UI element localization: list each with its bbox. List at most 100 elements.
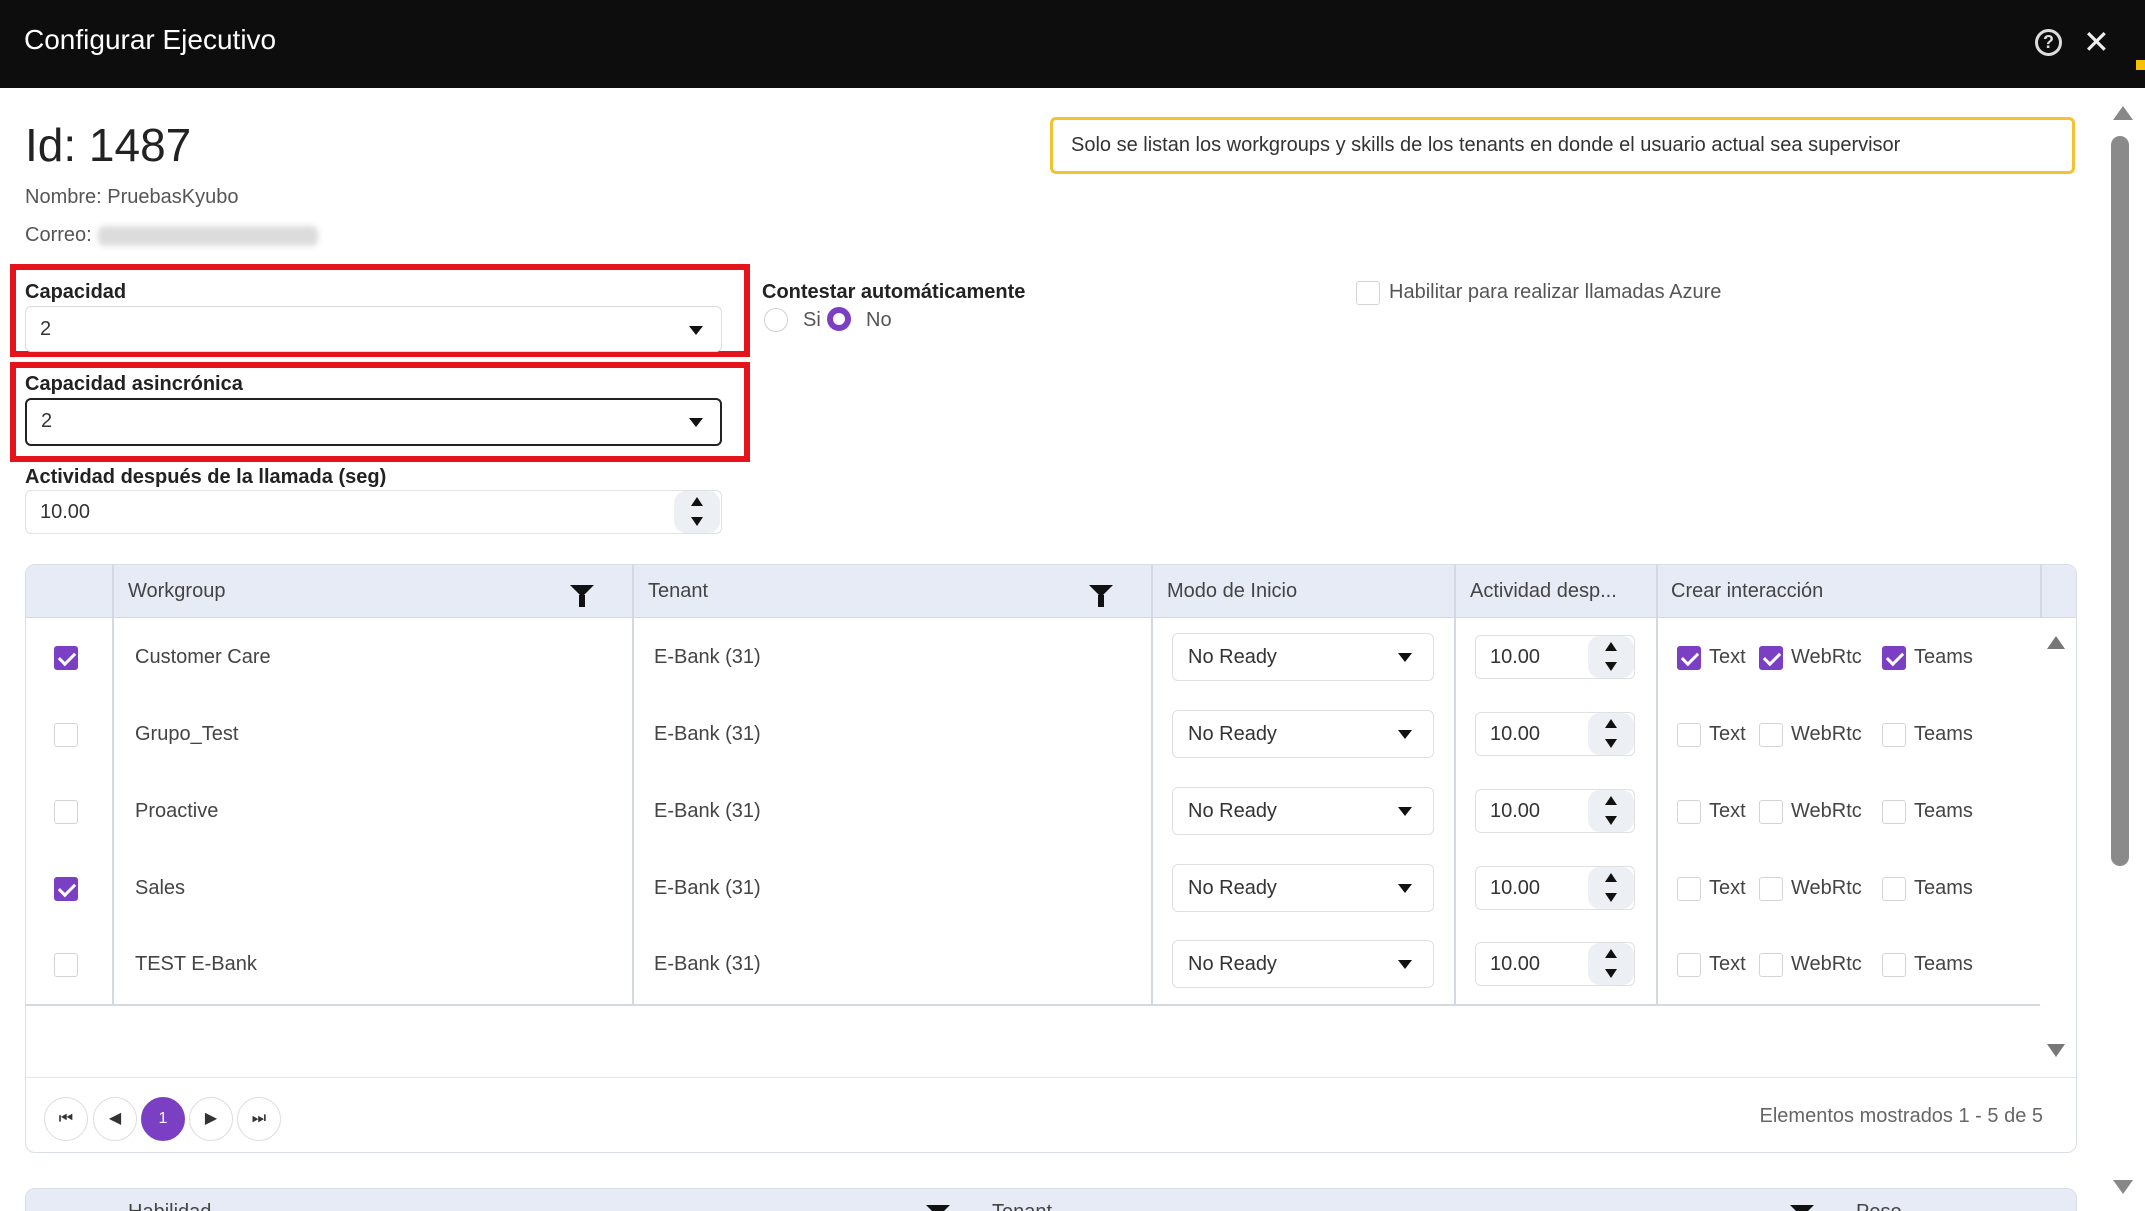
filter-icon[interactable]: [1089, 585, 1113, 607]
grid-pager: ⏮ ◀ 1 ▶ ⏭ Elementos mostrados 1 - 5 de 5: [26, 1077, 2076, 1152]
increment-icon[interactable]: [1605, 949, 1617, 958]
scroll-down-icon[interactable]: [2113, 1180, 2133, 1194]
modo-inicio-select[interactable]: No Ready: [1172, 633, 1434, 681]
row-select-checkbox[interactable]: [54, 800, 78, 824]
dialog-scrollbar[interactable]: [2103, 88, 2145, 1211]
column-header-crear-interaccion[interactable]: Crear interacción: [1671, 565, 1823, 618]
column-header-workgroup[interactable]: Workgroup: [128, 565, 225, 618]
text-channel-checkbox[interactable]: [1677, 723, 1701, 747]
close-icon[interactable]: ✕: [2083, 24, 2110, 60]
row-select-checkbox[interactable]: [54, 646, 78, 670]
contestar-radio-no[interactable]: [827, 307, 851, 331]
actividad-row-input[interactable]: 10.00: [1475, 712, 1635, 756]
filter-icon[interactable]: [926, 1205, 950, 1211]
decrement-icon[interactable]: [1605, 662, 1617, 671]
decrement-icon[interactable]: [691, 517, 703, 526]
grid-scroll-down-icon[interactable]: [2047, 1044, 2065, 1057]
teams-channel-checkbox[interactable]: [1882, 646, 1906, 670]
decrement-icon[interactable]: [1605, 739, 1617, 748]
email-value-redacted: [97, 225, 318, 246]
increment-icon[interactable]: [691, 497, 703, 506]
column-header-tenant-2[interactable]: Tenant: [992, 1201, 1052, 1211]
next-page-icon[interactable]: ▶: [189, 1097, 233, 1141]
capacidad-select[interactable]: 2: [25, 306, 722, 352]
modo-inicio-select[interactable]: No Ready: [1172, 940, 1434, 988]
contestar-no-label: No: [866, 309, 892, 331]
actividad-spinner[interactable]: [674, 491, 720, 533]
webrtc-channel-checkbox[interactable]: [1759, 877, 1783, 901]
scroll-up-icon[interactable]: [2113, 106, 2133, 120]
chevron-down-icon: [1398, 730, 1412, 739]
decrement-icon[interactable]: [1605, 969, 1617, 978]
decrement-icon[interactable]: [1605, 893, 1617, 902]
first-page-icon[interactable]: ⏮: [44, 1097, 88, 1141]
increment-icon[interactable]: [1605, 873, 1617, 882]
workgroup-name: Sales: [135, 877, 186, 899]
webrtc-channel-checkbox[interactable]: [1759, 646, 1783, 670]
text-channel-checkbox[interactable]: [1677, 877, 1701, 901]
actividad-row-input[interactable]: 10.00: [1475, 942, 1635, 986]
teams-channel-checkbox[interactable]: [1882, 953, 1906, 977]
text-channel-label: Text: [1709, 953, 1746, 975]
capacidad-async-label: Capacidad asincrónica: [25, 373, 243, 395]
filter-icon[interactable]: [570, 585, 594, 607]
actividad-row-input[interactable]: 10.00: [1475, 789, 1635, 833]
actividad-row-input[interactable]: 10.00: [1475, 635, 1635, 679]
teams-channel-checkbox[interactable]: [1882, 877, 1906, 901]
modo-inicio-value: No Ready: [1188, 800, 1277, 822]
actividad-row-spinner[interactable]: [1588, 713, 1634, 755]
webrtc-channel-checkbox[interactable]: [1759, 800, 1783, 824]
increment-icon[interactable]: [1605, 642, 1617, 651]
actividad-row-input[interactable]: 10.00: [1475, 866, 1635, 910]
modo-inicio-select[interactable]: No Ready: [1172, 787, 1434, 835]
text-channel-checkbox[interactable]: [1677, 646, 1701, 670]
column-header-habilidad[interactable]: Habilidad: [128, 1201, 211, 1211]
webrtc-channel-checkbox[interactable]: [1759, 723, 1783, 747]
contestar-label: Contestar automáticamente: [762, 281, 1026, 303]
text-channel-label: Text: [1709, 646, 1746, 668]
teams-channel-checkbox[interactable]: [1882, 800, 1906, 824]
actividad-input[interactable]: 10.00: [25, 490, 722, 534]
column-header-peso[interactable]: Peso: [1856, 1201, 1902, 1211]
executive-id: Id: 1487: [25, 119, 192, 171]
column-header-modo[interactable]: Modo de Inicio: [1167, 565, 1297, 618]
supervisor-notice: Solo se listan los workgroups y skills d…: [1050, 117, 2075, 174]
actividad-row-spinner[interactable]: [1588, 790, 1634, 832]
contestar-radio-si[interactable]: [764, 308, 788, 332]
column-header-actividad[interactable]: Actividad desp...: [1470, 565, 1617, 618]
capacidad-value: 2: [40, 318, 52, 340]
webrtc-channel-label: WebRtc: [1791, 646, 1862, 668]
modo-inicio-select[interactable]: No Ready: [1172, 710, 1434, 758]
prev-page-icon[interactable]: ◀: [93, 1097, 137, 1141]
filter-icon[interactable]: [1790, 1205, 1814, 1211]
workgroup-name: TEST E-Bank: [135, 953, 257, 975]
modo-inicio-value: No Ready: [1188, 646, 1277, 668]
grid-scroll-up-icon[interactable]: [2047, 636, 2065, 649]
teams-channel-checkbox[interactable]: [1882, 723, 1906, 747]
last-page-icon[interactable]: ⏭: [237, 1097, 281, 1141]
increment-icon[interactable]: [1605, 796, 1617, 805]
actividad-row-spinner[interactable]: [1588, 636, 1634, 678]
row-select-checkbox[interactable]: [54, 723, 78, 747]
capacidad-async-select[interactable]: 2: [25, 398, 722, 446]
webrtc-channel-checkbox[interactable]: [1759, 953, 1783, 977]
scroll-thumb[interactable]: [2111, 136, 2129, 866]
row-select-checkbox[interactable]: [54, 953, 78, 977]
column-header-tenant[interactable]: Tenant: [648, 565, 708, 618]
modo-inicio-select[interactable]: No Ready: [1172, 864, 1434, 912]
azure-checkbox[interactable]: [1356, 281, 1380, 305]
text-channel-checkbox[interactable]: [1677, 800, 1701, 824]
decrement-icon[interactable]: [1605, 816, 1617, 825]
tenant-name: E-Bank (31): [654, 877, 761, 899]
modo-inicio-value: No Ready: [1188, 877, 1277, 899]
text-channel-checkbox[interactable]: [1677, 953, 1701, 977]
chevron-down-icon: [1398, 807, 1412, 816]
modo-inicio-value: No Ready: [1188, 723, 1277, 745]
actividad-row-spinner[interactable]: [1588, 943, 1634, 985]
help-icon[interactable]: ?: [2035, 29, 2062, 56]
increment-icon[interactable]: [1605, 719, 1617, 728]
chevron-down-icon: [689, 418, 703, 427]
page-button-current[interactable]: 1: [141, 1097, 185, 1141]
actividad-row-spinner[interactable]: [1588, 867, 1634, 909]
row-select-checkbox[interactable]: [54, 877, 78, 901]
